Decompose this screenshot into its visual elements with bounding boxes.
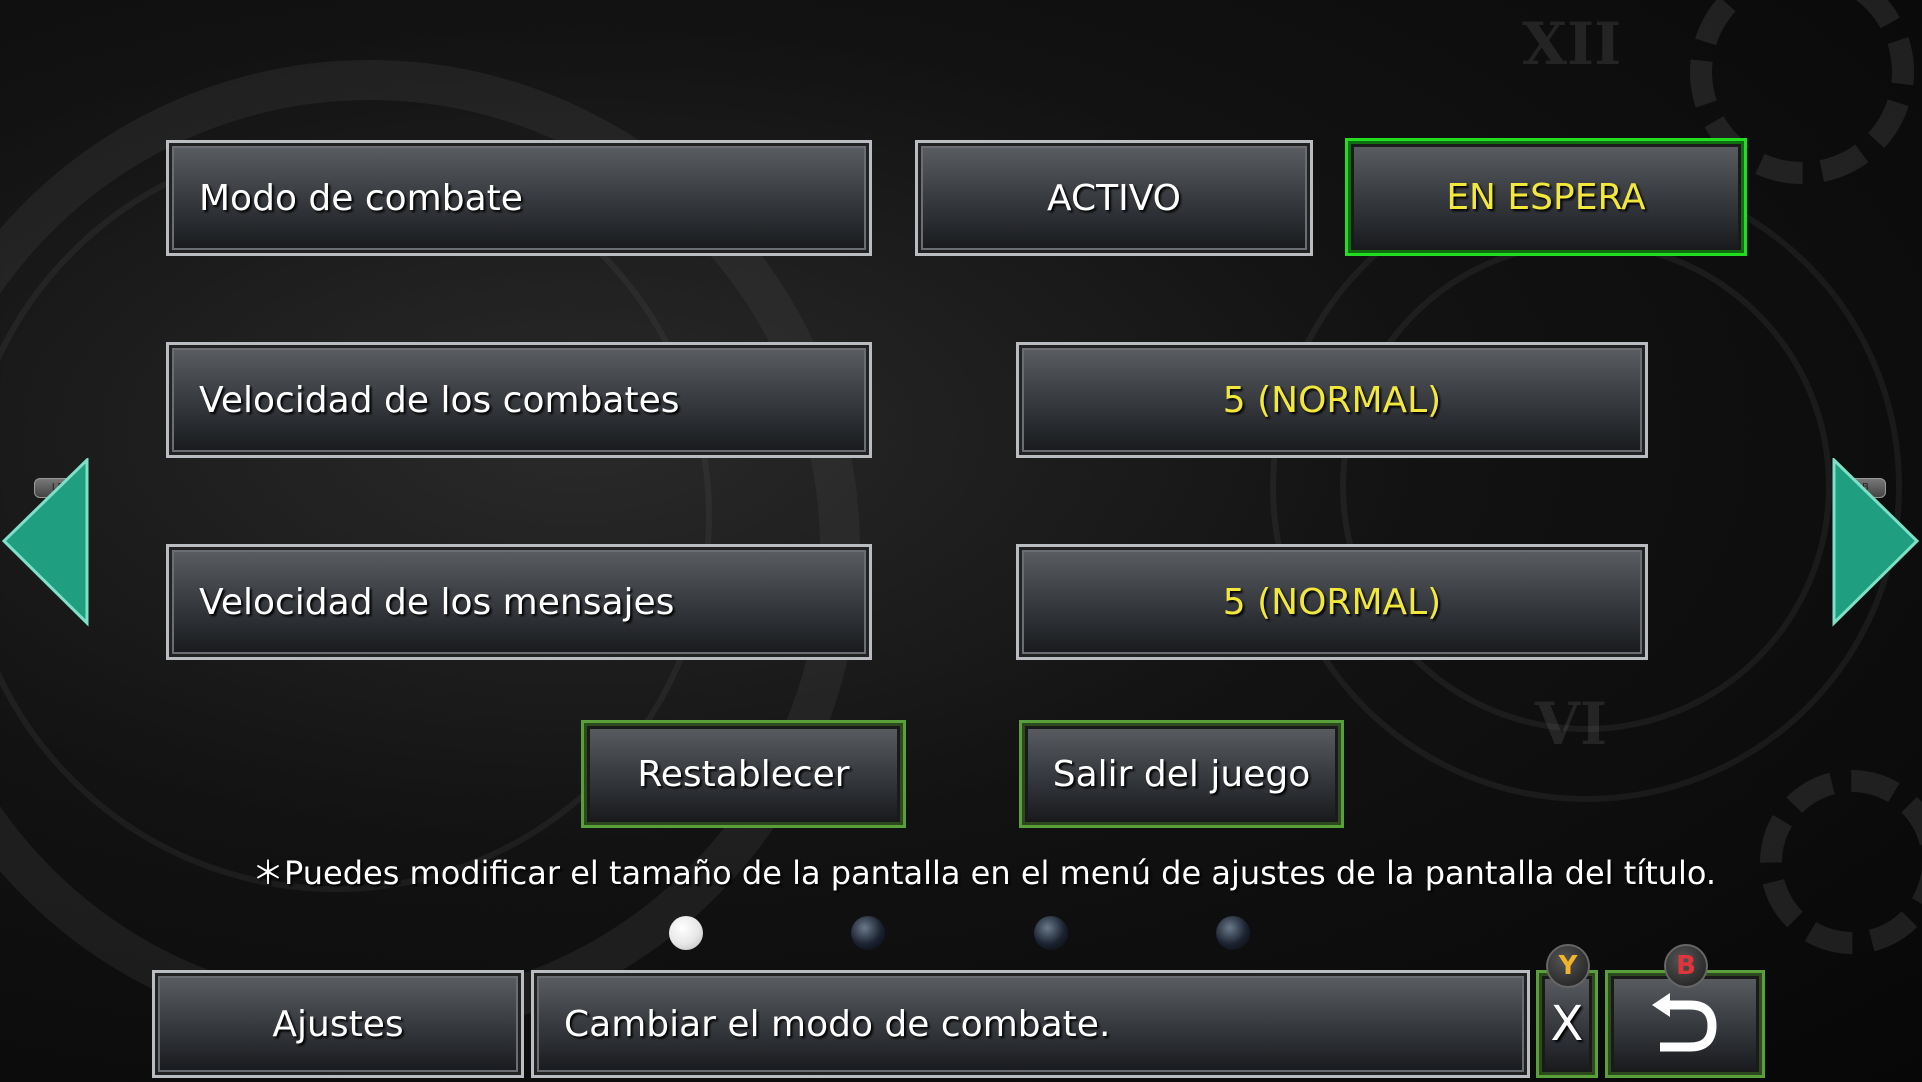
page-dot-3 [1034,916,1068,950]
screen-size-note: ＊Puedes modificar el tamaño de la pantal… [252,854,1717,892]
page-dot-4 [1216,916,1250,950]
message-speed-value[interactable]: 5 (NORMAL) [1016,544,1648,660]
next-page-arrow[interactable] [1830,458,1920,628]
section-title: Ajustes [152,970,524,1078]
x-glyph: X [1550,996,1584,1052]
reset-button[interactable]: Restablecer [581,720,906,828]
setting-label-battle-speed: Velocidad de los combates [166,342,872,458]
setting-label-message-speed: Velocidad de los mensajes [166,544,872,660]
y-button-badge: Y [1546,944,1590,988]
setting-label-battle-mode: Modo de combate [166,140,872,256]
help-description: Cambiar el modo de combate. [531,970,1530,1078]
option-en-espera[interactable]: EN ESPERA [1345,138,1747,256]
quit-game-button[interactable]: Salir del juego [1019,720,1344,828]
b-button-badge: B [1664,944,1708,988]
option-activo[interactable]: ACTIVO [915,140,1313,256]
page-dot-2 [851,916,885,950]
battle-speed-value[interactable]: 5 (NORMAL) [1016,342,1648,458]
page-dot-1 [669,916,703,950]
previous-page-arrow[interactable] [2,458,92,628]
return-icon [1652,993,1717,1052]
